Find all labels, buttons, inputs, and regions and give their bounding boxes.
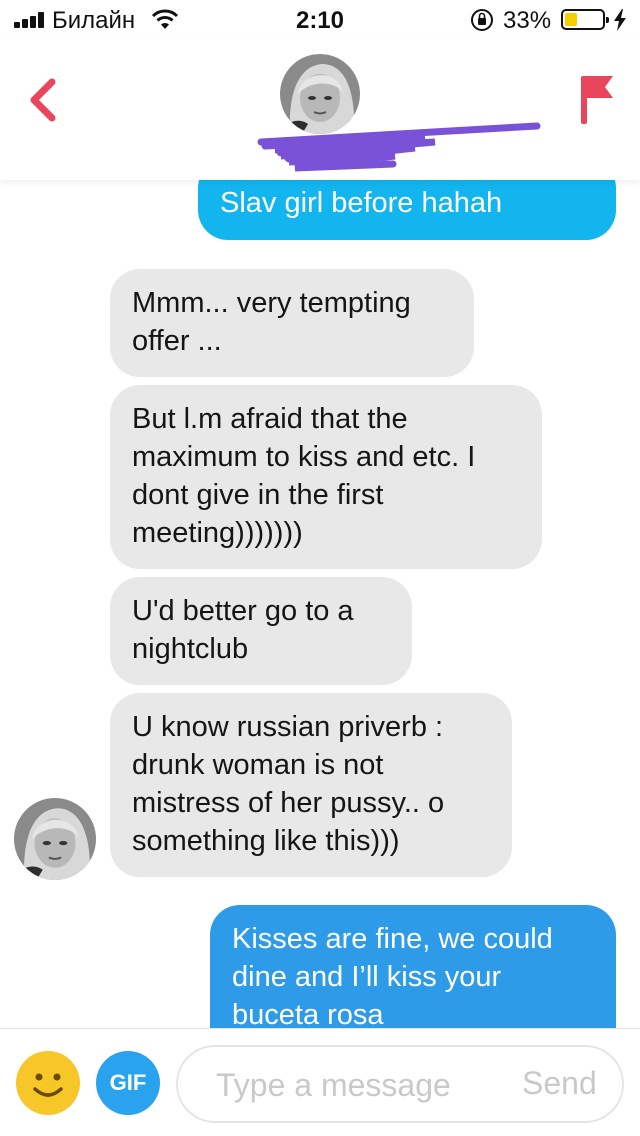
send-button[interactable]: Send	[522, 1065, 597, 1102]
message-bubble-incoming: U'd better go to a nightclub	[110, 577, 412, 685]
report-flag-button[interactable]	[578, 72, 616, 126]
message-line: But l.m afraid that the	[132, 403, 408, 435]
message-bubble-incoming: But l.m afraid that the maximum to kiss …	[110, 385, 542, 569]
gif-button[interactable]: GIF	[96, 1051, 160, 1115]
message-line: dont give in the first	[132, 479, 384, 511]
chat-header	[0, 40, 640, 180]
message-line: U'd better go to a	[132, 595, 354, 627]
message-line: dine and I’ll kiss your	[232, 961, 502, 993]
message-line: meeting)))))))	[132, 517, 303, 549]
message-list[interactable]: Slav girl before hahah Mmm... very tempt…	[0, 180, 640, 1028]
back-button[interactable]	[22, 76, 62, 124]
profile-photo	[14, 798, 96, 880]
message-line: offer ...	[132, 325, 222, 357]
message-line: Kisses are fine, we could	[232, 923, 553, 955]
message-line: drunk woman is not	[132, 749, 384, 781]
battery-percent: 33%	[503, 7, 552, 34]
message-input[interactable]	[216, 1061, 496, 1109]
message-line: buceta rosa	[232, 999, 384, 1028]
sender-avatar[interactable]	[14, 798, 96, 880]
charging-bolt-icon	[614, 9, 626, 31]
message-bubble-outgoing: Kisses are fine, we could dine and I’ll …	[210, 905, 616, 1028]
message-bubble-outgoing: Slav girl before hahah	[198, 180, 616, 240]
message-bubble-incoming: Mmm... very tempting offer ...	[110, 269, 474, 377]
message-line: maximum to kiss and etc. I	[132, 441, 476, 473]
battery-level-fill	[565, 13, 577, 26]
battery-icon	[561, 9, 609, 30]
message-line: U know russian priverb :	[132, 711, 444, 743]
redaction-scribble	[257, 122, 541, 172]
rotation-lock-icon	[471, 9, 493, 31]
message-line: something like this)))	[132, 825, 400, 857]
status-bar: Билайн 2:10 33%	[0, 0, 640, 40]
smiley-icon[interactable]	[16, 1051, 80, 1115]
message-line: nightclub	[132, 633, 249, 665]
message-line: Slav girl before hahah	[220, 187, 503, 219]
message-input-container: Send	[176, 1045, 624, 1123]
message-line: mistress of her pussy.. o	[132, 787, 445, 819]
message-composer: GIF Send	[0, 1028, 640, 1136]
message-line: Mmm... very tempting	[132, 287, 411, 319]
message-bubble-incoming: U know russian priverb : drunk woman is …	[110, 693, 512, 877]
